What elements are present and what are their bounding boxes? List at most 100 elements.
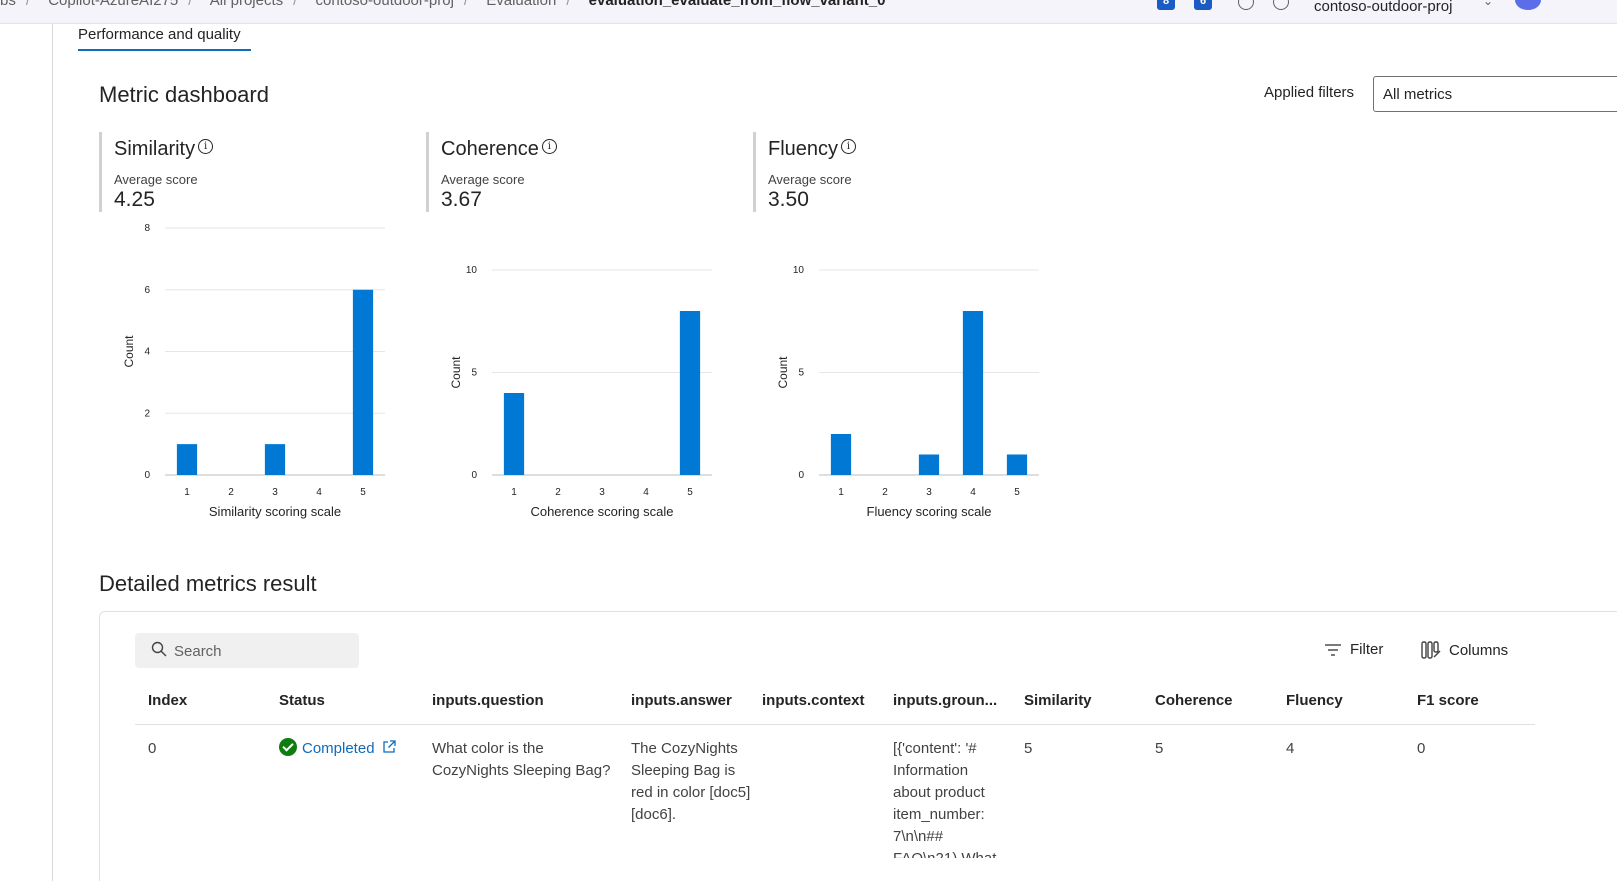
columns-icon <box>1421 641 1441 659</box>
bar <box>503 393 525 475</box>
open-external-icon[interactable] <box>382 740 396 754</box>
x-tick-label: 5 <box>1014 487 1020 498</box>
y-tick-label: 5 <box>471 368 477 379</box>
column-header-ground-truth[interactable]: inputs.groun... <box>893 692 997 709</box>
coherence-histogram: 0 5 10 Count 1 2 3 4 5 Coherence scoring scale <box>449 265 712 519</box>
x-axis-label: Coherence scoring scale <box>530 504 673 519</box>
breadcrumb-separator: / <box>25 0 31 9</box>
x-tick-label: 4 <box>970 487 976 498</box>
x-tick-label: 2 <box>555 487 561 498</box>
metric-subtitle: Average score <box>768 172 852 187</box>
x-tick-label: 1 <box>184 487 190 498</box>
cell-status[interactable]: Completed <box>279 738 419 760</box>
x-tick-label: 2 <box>882 487 888 498</box>
breadcrumb-item[interactable]: Copilot-AzureAI275 <box>48 0 178 9</box>
bar <box>352 289 374 475</box>
columns-button[interactable]: Columns <box>1421 641 1508 659</box>
y-axis-label: Count <box>122 335 136 368</box>
breadcrumb-separator: / <box>463 0 469 9</box>
metric-value: 4.25 <box>114 188 155 211</box>
bar <box>962 311 984 475</box>
card-accent-bar <box>99 132 102 212</box>
column-header-similarity[interactable]: Similarity <box>1024 692 1092 709</box>
left-navigation-rail <box>0 24 53 881</box>
check-circle-icon <box>279 738 297 756</box>
cell-question: What color is the CozyNights Sleeping Ba… <box>432 740 611 779</box>
breadcrumb-item[interactable]: bs <box>0 0 16 9</box>
active-tab-indicator <box>78 49 251 51</box>
tab-performance-and-quality[interactable]: Performance and quality <box>78 26 241 49</box>
search-icon <box>151 641 167 657</box>
breadcrumb: bs / Copilot-AzureAI275 / All projects / co… <box>0 0 895 9</box>
metric-title: Coherence i <box>441 138 557 161</box>
cell-similarity: 5 <box>1024 740 1033 757</box>
breadcrumb-separator: / <box>566 0 571 9</box>
feedback-badge[interactable]: 6 <box>1194 0 1212 10</box>
metric-value: 3.50 <box>768 188 809 211</box>
status-link[interactable]: Completed <box>302 740 375 757</box>
y-axis-label: Count <box>776 356 790 389</box>
settings-icon[interactable] <box>1238 0 1254 10</box>
metrics-filter-dropdown[interactable]: All metrics <box>1373 76 1617 112</box>
column-header-context[interactable]: inputs.context <box>762 692 865 709</box>
breadcrumb-item[interactable]: Evaluation <box>486 0 556 9</box>
cell-fluency: 4 <box>1286 740 1295 757</box>
header-divider <box>135 724 1535 725</box>
chevron-down-icon[interactable]: ⌄ <box>1483 0 1493 8</box>
filter-label: Filter <box>1350 641 1384 658</box>
applied-filters-label: Applied filters <box>1264 84 1355 101</box>
fluency-histogram: 0 5 10 Count 1 2 3 4 5 Fluency scoring scale <box>776 265 1039 519</box>
column-header-fluency[interactable]: Fluency <box>1286 692 1343 709</box>
similarity-histogram: 0 2 4 6 8 Count 1 2 3 4 5 Similarity scoring scale <box>122 223 385 519</box>
y-tick-label: 6 <box>144 285 150 296</box>
y-tick-label: 8 <box>144 223 150 234</box>
y-axis-label: Count <box>449 356 463 389</box>
y-tick-label: 4 <box>144 347 150 358</box>
top-bar: bs / Copilot-AzureAI275 / All projects / co… <box>0 0 1617 24</box>
metric-value: 3.67 <box>441 188 482 211</box>
metric-name: Similarity <box>114 138 196 160</box>
breadcrumb-current: evaluation_evaluate_from_flow_variant_0 <box>588 0 886 9</box>
y-tick-label: 0 <box>798 470 804 481</box>
x-tick-label: 1 <box>838 487 844 498</box>
breadcrumb-separator: / <box>293 0 298 9</box>
column-header-index[interactable]: Index <box>148 692 187 709</box>
metric-name: Coherence <box>441 138 539 160</box>
x-tick-label: 3 <box>926 487 932 498</box>
filter-button[interactable]: Filter <box>1324 641 1383 658</box>
x-tick-label: 3 <box>599 487 605 498</box>
column-header-coherence[interactable]: Coherence <box>1155 692 1233 709</box>
bar <box>918 454 940 475</box>
cell-answer: The CozyNights Sleeping Bag is red in co… <box>631 740 751 823</box>
card-accent-bar <box>426 132 429 212</box>
breadcrumb-item[interactable]: All projects <box>210 0 283 9</box>
detailed-metrics-title: Detailed metrics result <box>99 571 317 596</box>
column-header-answer[interactable]: inputs.answer <box>631 692 732 709</box>
notifications-badge[interactable]: 8 <box>1157 0 1175 10</box>
x-tick-label: 1 <box>511 487 517 498</box>
breadcrumb-item[interactable]: contoso-outdoor-proj <box>315 0 453 9</box>
x-tick-label: 5 <box>687 487 693 498</box>
avatar[interactable] <box>1515 0 1541 10</box>
project-name[interactable]: contoso-outdoor-proj <box>1314 0 1452 15</box>
column-header-status[interactable]: Status <box>279 692 325 709</box>
column-header-f1-score[interactable]: F1 score <box>1417 692 1479 709</box>
columns-label: Columns <box>1449 641 1509 659</box>
y-tick-label: 5 <box>798 368 804 379</box>
x-tick-label: 3 <box>272 487 278 498</box>
y-tick-label: 0 <box>471 470 477 481</box>
search-input[interactable] <box>174 640 354 662</box>
info-icon[interactable]: i <box>198 139 214 154</box>
card-accent-bar <box>753 132 756 212</box>
x-tick-label: 2 <box>228 487 234 498</box>
info-icon[interactable]: i <box>841 139 857 154</box>
help-icon[interactable] <box>1273 0 1289 10</box>
y-tick-label: 10 <box>793 265 805 276</box>
bar <box>176 444 198 475</box>
info-icon[interactable]: i <box>541 139 557 154</box>
metric-dashboard-title: Metric dashboard <box>99 82 269 107</box>
column-header-question[interactable]: inputs.question <box>432 692 544 709</box>
y-tick-label: 2 <box>144 408 150 419</box>
metric-title: Similarity i <box>114 138 214 161</box>
cell-f1-score: 0 <box>1417 740 1426 757</box>
